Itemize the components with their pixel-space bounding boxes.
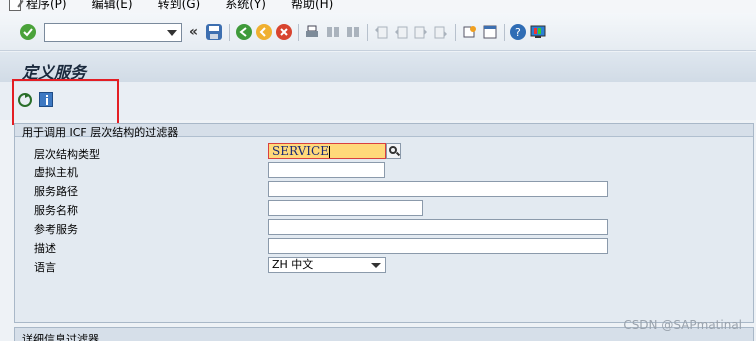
title-bar: 定义服务	[0, 52, 756, 82]
cancel-icon[interactable]	[276, 24, 292, 40]
command-field[interactable]	[44, 23, 182, 42]
language-value: ZH 中文	[272, 258, 314, 271]
toolbar-separator	[367, 24, 368, 41]
standard-toolbar: « ?	[0, 13, 756, 51]
menu-goto[interactable]: 转到(G)	[158, 0, 201, 12]
text-cursor	[328, 145, 330, 158]
language-label: 语言	[34, 261, 56, 274]
virtual-host-label: 虚拟主机	[34, 166, 78, 179]
language-dropdown[interactable]: ZH 中文	[268, 257, 386, 273]
toolbar-separator	[298, 24, 299, 41]
shortcut-icon[interactable]	[482, 24, 498, 40]
reference-service-field[interactable]	[268, 219, 608, 235]
virtual-host-field[interactable]	[268, 162, 385, 178]
menu-bar: 程序(P) 编辑(E) 转到(G) 系统(Y) 帮助(H)	[0, 0, 756, 13]
next-page-icon[interactable]	[413, 24, 429, 40]
create-session-icon[interactable]	[461, 24, 477, 40]
detail-group-title: 详细信息过滤器	[22, 333, 99, 341]
save-icon[interactable]	[206, 24, 222, 40]
find-next-icon[interactable]	[345, 24, 361, 40]
chevron-down-icon[interactable]	[167, 30, 177, 36]
toolbar-separator	[504, 24, 505, 41]
find-icon[interactable]	[325, 24, 341, 40]
print-icon[interactable]	[304, 24, 320, 40]
menu-edit[interactable]: 编辑(E)	[92, 0, 133, 12]
toolbar-separator	[455, 24, 456, 41]
chevron-down-icon[interactable]	[371, 263, 381, 268]
description-label: 描述	[34, 242, 56, 255]
help-icon[interactable]: ?	[510, 24, 526, 40]
prev-page-icon[interactable]	[393, 24, 409, 40]
exit-icon[interactable]	[256, 24, 272, 40]
hierarchy-type-label: 层次结构类型	[34, 148, 100, 161]
filter-group-title: 用于调用 ICF 层次结构的过滤器	[22, 126, 179, 139]
hierarchy-type-value: SERVICE	[272, 144, 329, 158]
search-help-button[interactable]	[386, 143, 401, 159]
service-name-field[interactable]	[268, 200, 423, 216]
service-path-field[interactable]	[268, 181, 608, 197]
toolbar-separator	[229, 24, 230, 41]
hierarchy-type-field[interactable]: SERVICE	[268, 143, 386, 159]
double-arrow[interactable]: «	[189, 24, 198, 40]
menu-help[interactable]: 帮助(H)	[291, 0, 333, 12]
back-icon[interactable]	[236, 24, 252, 40]
service-path-label: 服务路径	[34, 185, 78, 198]
service-name-label: 服务名称	[34, 204, 78, 217]
enter-icon[interactable]	[20, 24, 36, 40]
reference-service-label: 参考服务	[34, 223, 78, 236]
menu-system[interactable]: 系统(Y)	[225, 0, 266, 12]
customize-layout-icon[interactable]	[530, 24, 546, 40]
last-page-icon[interactable]	[433, 24, 449, 40]
svg-text:?: ?	[515, 26, 521, 39]
menu-edit-icon[interactable]	[9, 0, 21, 11]
description-field[interactable]	[268, 238, 608, 254]
menu-program[interactable]: 程序(P)	[26, 0, 67, 12]
first-page-icon[interactable]	[373, 24, 389, 40]
watermark: CSDN @SAPmatinal	[623, 318, 742, 332]
highlight-box	[12, 79, 119, 125]
